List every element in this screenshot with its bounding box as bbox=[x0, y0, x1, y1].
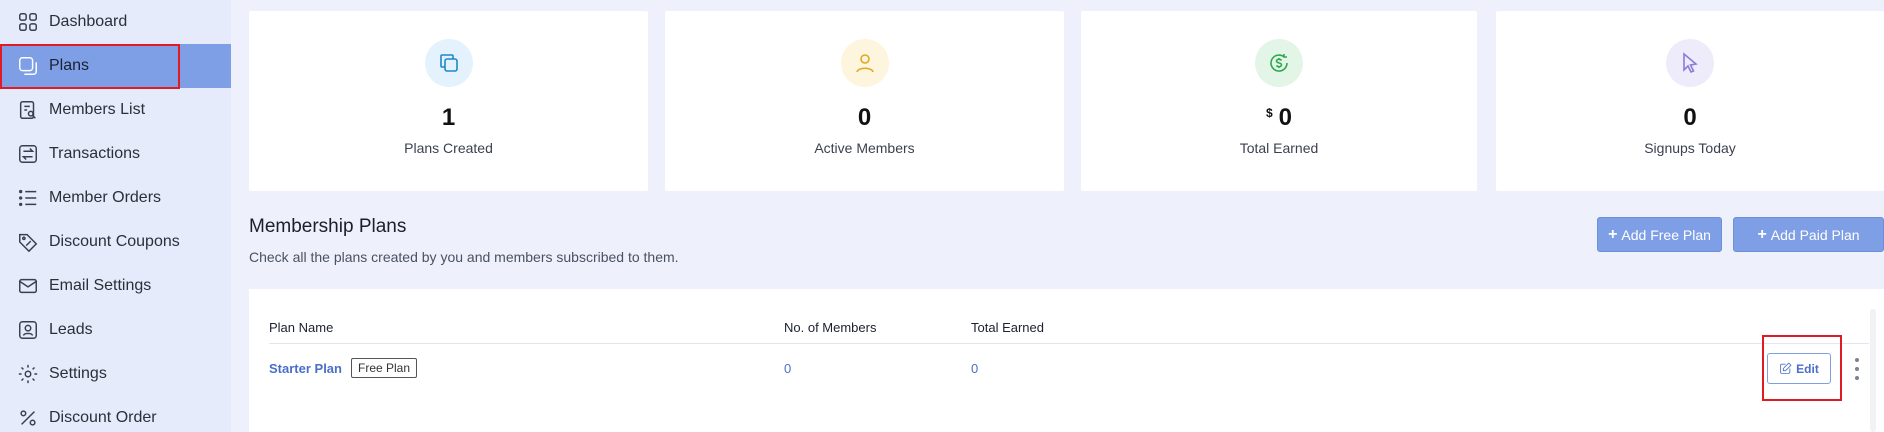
stat-card-plans-created: 1 Plans Created bbox=[249, 11, 648, 191]
stat-value-wrap: $ 0 bbox=[1266, 104, 1292, 132]
stat-value: 1 bbox=[441, 104, 456, 131]
members-count[interactable]: 0 bbox=[784, 361, 791, 376]
column-header-plan-name: Plan Name bbox=[269, 320, 334, 335]
sidebar-item-label: Discount Order bbox=[49, 409, 157, 426]
sidebar-item-label: Member Orders bbox=[49, 189, 162, 206]
stat-value: 0 bbox=[1683, 104, 1697, 131]
sidebar-item-settings[interactable]: Settings bbox=[0, 352, 231, 396]
stat-value: 0 bbox=[1278, 104, 1293, 131]
sidebar-item-label: Email Settings bbox=[49, 277, 152, 294]
sidebar-item-label: Transactions bbox=[49, 145, 140, 162]
stat-label: Total Earned bbox=[1239, 140, 1319, 156]
stat-card-active-members: 0 Active Members bbox=[665, 11, 1064, 191]
plans-table bbox=[249, 289, 1884, 432]
copy-icon bbox=[424, 39, 473, 87]
section-subtitle: Check all the plans created by you and m… bbox=[249, 249, 679, 265]
sidebar-item-email-settings[interactable]: Email Settings bbox=[0, 264, 231, 308]
sidebar-item-label: Dashboard bbox=[49, 13, 128, 30]
sidebar-item-discount-order[interactable]: Discount Order bbox=[0, 396, 231, 432]
sidebar-item-discount-coupons[interactable]: Discount Coupons bbox=[0, 220, 231, 264]
sidebar-item-label: Settings bbox=[49, 365, 107, 382]
dashboard-icon bbox=[16, 10, 40, 34]
plus-icon: + bbox=[1757, 225, 1767, 243]
dollar-refresh-icon bbox=[1255, 39, 1303, 87]
user-icon bbox=[840, 39, 889, 87]
gear-icon bbox=[16, 362, 40, 386]
stat-label: Plans Created bbox=[404, 140, 493, 156]
edit-icon bbox=[1780, 362, 1792, 374]
button-label: Add Free Plan bbox=[1621, 226, 1711, 243]
percent-icon bbox=[16, 406, 40, 430]
stat-label: Active Members bbox=[814, 140, 915, 156]
stat-label: Signups Today bbox=[1644, 140, 1736, 156]
sidebar-item-label: Plans bbox=[49, 57, 90, 74]
sidebar-item-label: Leads bbox=[49, 321, 93, 338]
total-earned-value[interactable]: 0 bbox=[971, 361, 978, 376]
plan-type-badge: Free Plan bbox=[351, 358, 418, 378]
section-title: Membership Plans bbox=[249, 216, 407, 237]
leads-icon bbox=[16, 318, 40, 342]
sidebar: Dashboard Plans Members List Transaction… bbox=[0, 0, 231, 432]
column-header-members: No. of Members bbox=[784, 320, 877, 335]
button-label: Edit bbox=[1796, 361, 1819, 376]
stat-card-total-earned: $ 0 Total Earned bbox=[1081, 11, 1477, 191]
list-icon bbox=[16, 186, 40, 210]
mail-icon bbox=[16, 274, 40, 298]
sidebar-item-plans[interactable]: Plans bbox=[0, 44, 231, 88]
plans-icon bbox=[16, 54, 40, 78]
coupon-icon bbox=[16, 230, 40, 254]
plus-icon: + bbox=[1608, 225, 1618, 243]
currency-symbol: $ bbox=[1265, 106, 1273, 120]
sidebar-item-transactions[interactable]: Transactions bbox=[0, 132, 231, 176]
table-scrollbar[interactable] bbox=[1870, 309, 1876, 432]
more-options-icon[interactable] bbox=[1853, 358, 1861, 380]
add-free-plan-button[interactable]: + Add Free Plan bbox=[1597, 217, 1722, 252]
plan-name-link[interactable]: Starter Plan bbox=[269, 361, 342, 376]
sidebar-item-dashboard[interactable]: Dashboard bbox=[0, 0, 231, 44]
sidebar-item-leads[interactable]: Leads bbox=[0, 308, 231, 352]
sidebar-item-label: Members List bbox=[49, 101, 146, 118]
stat-value: 0 bbox=[857, 104, 872, 131]
members-list-icon bbox=[16, 98, 40, 122]
header-divider bbox=[269, 343, 1869, 344]
sidebar-item-member-orders[interactable]: Member Orders bbox=[0, 176, 231, 220]
sidebar-item-members-list[interactable]: Members List bbox=[0, 88, 231, 132]
cursor-icon bbox=[1666, 39, 1714, 87]
sidebar-item-label: Discount Coupons bbox=[49, 233, 180, 250]
transactions-icon bbox=[16, 142, 40, 166]
stat-card-signups-today: 0 Signups Today bbox=[1496, 11, 1884, 191]
edit-plan-button[interactable]: Edit bbox=[1767, 353, 1831, 384]
column-header-total-earned: Total Earned bbox=[971, 320, 1044, 335]
add-paid-plan-button[interactable]: + Add Paid Plan bbox=[1733, 217, 1884, 252]
button-label: Add Paid Plan bbox=[1770, 226, 1860, 243]
